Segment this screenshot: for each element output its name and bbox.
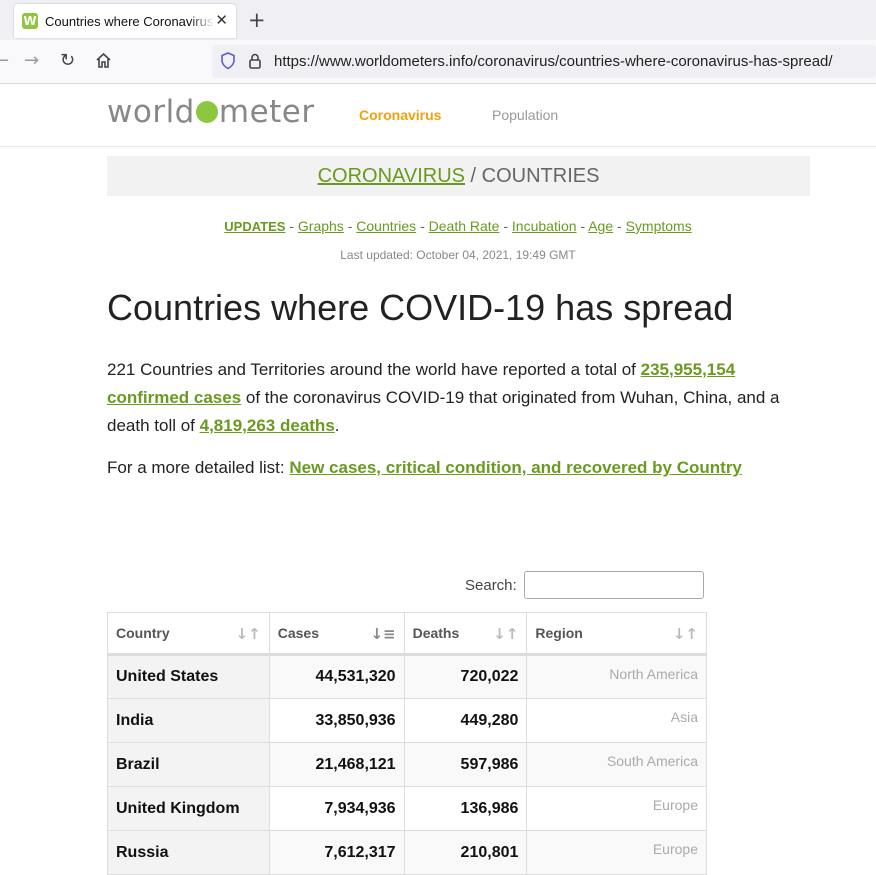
shield-icon[interactable]: [220, 52, 236, 75]
country-cell[interactable]: Russia: [107, 830, 270, 875]
table-row: Brazil 21,468,121 597,986 South America: [107, 742, 707, 787]
region-cell: North America: [526, 654, 707, 699]
deaths-link[interactable]: 4,819,263 deaths: [200, 416, 335, 435]
region-cell: Europe: [526, 830, 707, 875]
deaths-cell: 449,280: [403, 698, 528, 743]
link-updates[interactable]: UPDATES: [224, 219, 285, 234]
section-banner: CORONAVIRUS / COUNTRIES: [107, 156, 810, 196]
search-input[interactable]: [524, 571, 704, 599]
header-deaths[interactable]: Deaths ↓↑: [403, 612, 528, 656]
logo-green-o-icon: [195, 101, 218, 123]
table-header-row: Country ↓↑ Cases ↓≡ Deaths ↓↑ Region ↓↑: [107, 612, 707, 656]
header-country[interactable]: Country ↓↑: [107, 612, 270, 656]
browser-toolbar: ← → ↻ https://www.worldometers.info/coro…: [0, 40, 876, 84]
cases-cell: 7,612,317: [268, 830, 405, 875]
header-region[interactable]: Region ↓↑: [526, 612, 707, 656]
detailed-list-link[interactable]: New cases, critical condition, and recov…: [289, 458, 742, 477]
address-bar[interactable]: https://www.worldometers.info/coronaviru…: [212, 45, 876, 78]
banner-countries-label: / COUNTRIES: [464, 165, 600, 187]
sub-navigation: UPDATES - Graphs - Countries - Death Rat…: [224, 218, 692, 234]
intro-text-1: 221 Countries and Territories around the…: [107, 360, 641, 379]
table-row: United Kingdom 7,934,936 136,986 Europe: [107, 786, 707, 831]
deaths-cell: 210,801: [403, 830, 528, 875]
intro-text-3: .: [334, 416, 340, 435]
country-cell[interactable]: United Kingdom: [107, 786, 270, 831]
cases-cell: 33,850,936: [268, 698, 405, 743]
browser-tab[interactable]: W Countries where Coronavirus ✕: [14, 4, 236, 38]
deaths-cell: 597,986: [403, 742, 528, 787]
countries-table: Country ↓↑ Cases ↓≡ Deaths ↓↑ Region ↓↑ Unit…: [107, 612, 707, 875]
home-icon[interactable]: [95, 52, 112, 74]
new-tab-icon[interactable]: +: [248, 8, 266, 32]
link-age[interactable]: Age: [588, 218, 613, 234]
close-tab-icon[interactable]: ✕: [215, 11, 228, 29]
intro-paragraph: 221 Countries and Territories around the…: [107, 356, 807, 440]
cases-cell: 44,531,320: [268, 654, 405, 699]
region-cell: South America: [526, 742, 707, 787]
country-cell[interactable]: Brazil: [107, 742, 270, 787]
sort-icon[interactable]: ↓↑: [673, 625, 698, 643]
table-row: Russia 7,612,317 210,801 Europe: [107, 830, 707, 875]
detailed-list-line: For a more detailed list: New cases, cri…: [107, 458, 742, 478]
country-cell[interactable]: India: [107, 698, 270, 743]
nav-population[interactable]: Population: [492, 107, 558, 123]
worldometer-logo[interactable]: world meter: [107, 94, 315, 130]
search-label: Search:: [465, 577, 517, 594]
region-cell: Asia: [526, 698, 707, 743]
browser-tab-bar: W Countries where Coronavirus ✕ +: [0, 0, 876, 40]
site-header: world meter Coronavirus Population: [0, 84, 876, 147]
coronavirus-link[interactable]: CORONAVIRUS: [318, 165, 465, 187]
back-icon[interactable]: ←: [0, 50, 9, 71]
last-updated: Last updated: October 04, 2021, 19:49 GM…: [340, 248, 576, 262]
deaths-cell: 136,986: [403, 786, 528, 831]
header-cases[interactable]: Cases ↓≡: [268, 612, 405, 656]
link-graphs[interactable]: Graphs: [298, 218, 344, 234]
sort-icon[interactable]: ↓↑: [493, 625, 518, 643]
detailed-list-label: For a more detailed list:: [107, 458, 290, 477]
cases-cell: 21,468,121: [268, 742, 405, 787]
forward-icon[interactable]: →: [24, 50, 39, 71]
table-row: India 33,850,936 449,280 Asia: [107, 698, 707, 743]
link-symptoms[interactable]: Symptoms: [626, 218, 692, 234]
tab-title: Countries where Coronavirus: [45, 14, 214, 29]
page-title: Countries where COVID-19 has spread: [107, 287, 734, 328]
cases-cell: 7,934,936: [268, 786, 405, 831]
link-countries[interactable]: Countries: [356, 218, 416, 234]
sort-icon[interactable]: ↓↑: [236, 625, 261, 643]
nav-coronavirus[interactable]: Coronavirus: [359, 107, 441, 123]
link-incubation[interactable]: Incubation: [512, 218, 577, 234]
url-text[interactable]: https://www.worldometers.info/coronaviru…: [274, 53, 833, 70]
lock-icon[interactable]: [247, 52, 263, 75]
link-death-rate[interactable]: Death Rate: [429, 218, 500, 234]
table-row: United States 44,531,320 720,022 North A…: [107, 654, 707, 699]
region-cell: Europe: [526, 786, 707, 831]
sort-desc-icon[interactable]: ↓≡: [370, 625, 395, 643]
worldometer-favicon-icon: W: [22, 13, 38, 29]
deaths-cell: 720,022: [403, 654, 528, 699]
reload-icon[interactable]: ↻: [60, 50, 75, 71]
country-cell[interactable]: United States: [107, 654, 270, 699]
